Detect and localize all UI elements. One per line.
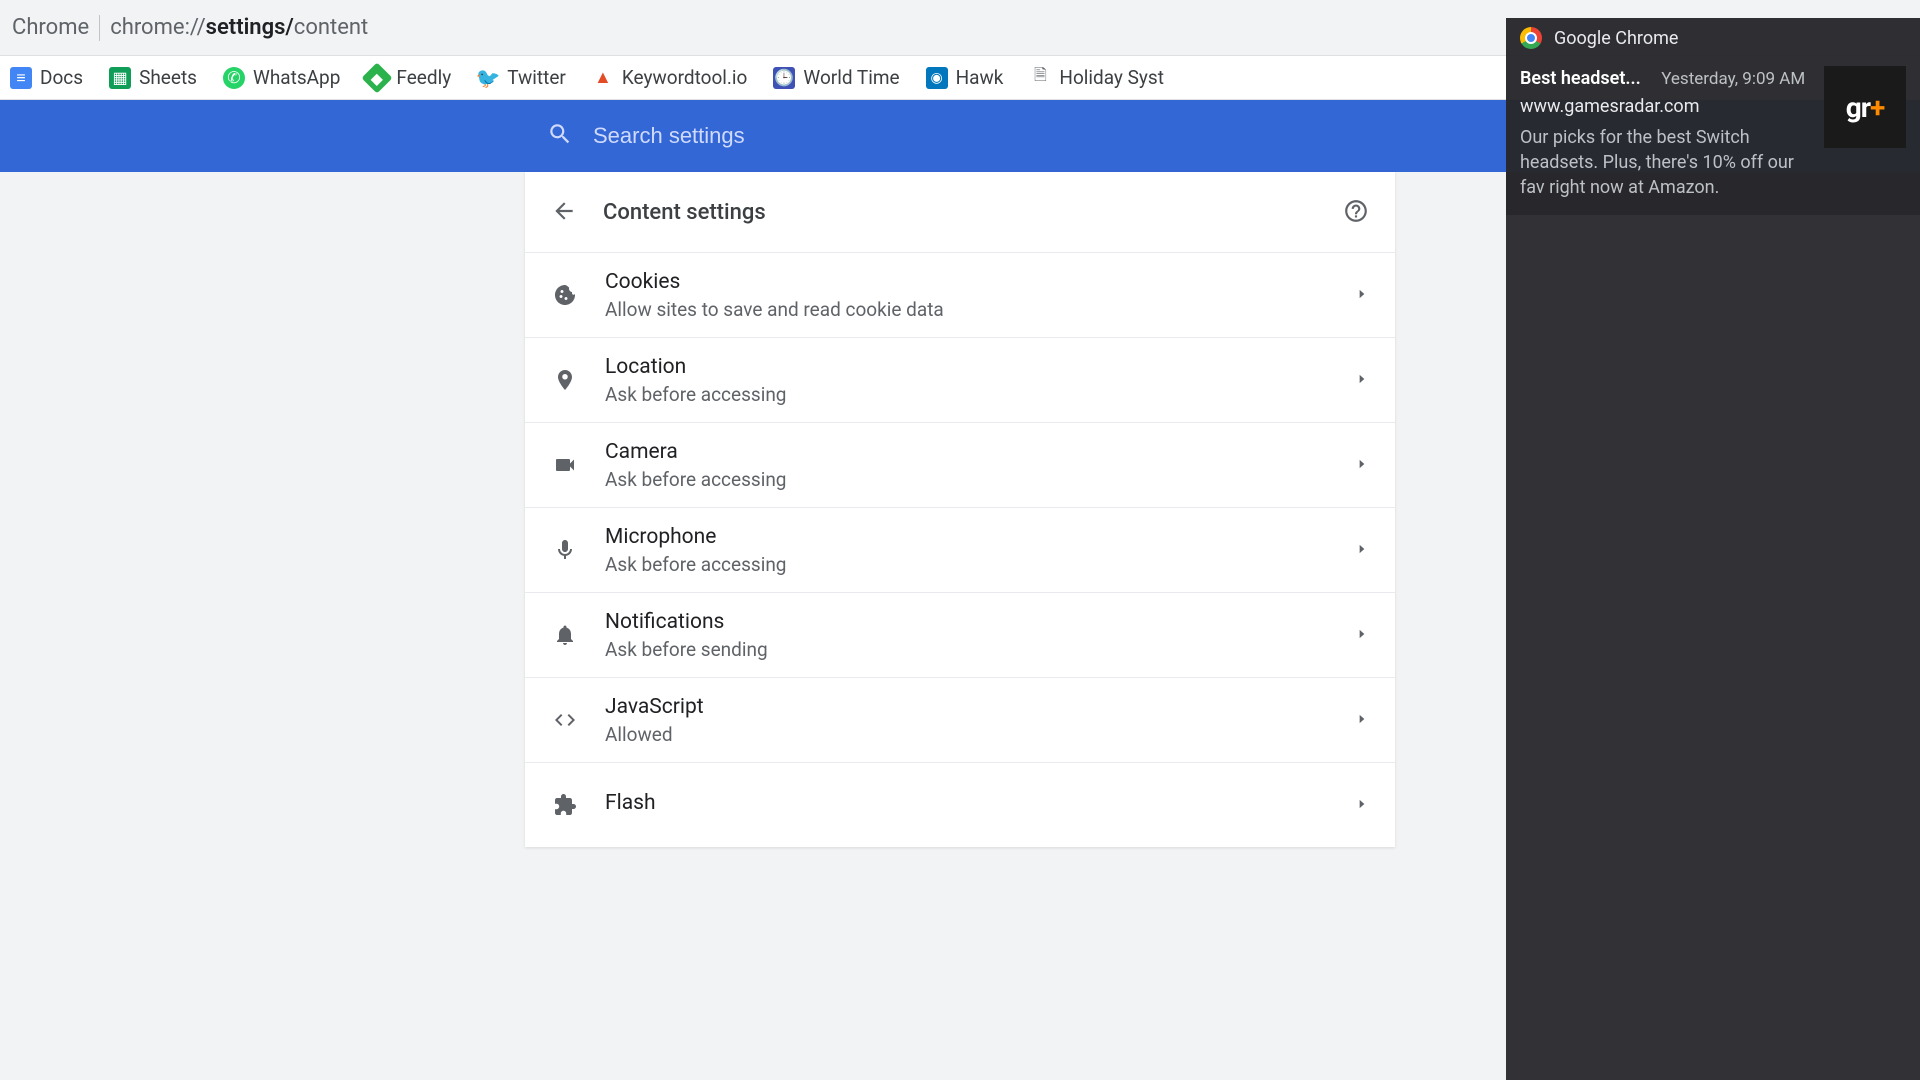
location-icon: [551, 368, 579, 392]
notification-app: Google Chrome: [1554, 28, 1678, 49]
bookmark-sheets[interactable]: ▦ Sheets: [109, 66, 197, 89]
puzzle-icon: [551, 793, 579, 817]
bookmark-label: Sheets: [139, 66, 197, 89]
row-text: Camera Ask before accessing: [605, 440, 1329, 491]
row-text: Flash: [605, 791, 1329, 819]
twitter-icon: 🐦: [477, 67, 499, 89]
bookmark-label: World Time: [803, 66, 899, 89]
chevron-right-icon: [1355, 711, 1369, 730]
url-bold: settings/: [206, 15, 294, 40]
notification-title: Best headset...: [1520, 68, 1641, 89]
omnibox[interactable]: chrome://settings/content: [110, 15, 368, 40]
row-subtitle: Ask before accessing: [605, 553, 1329, 576]
bookmark-label: Docs: [40, 66, 83, 89]
bell-icon: [551, 623, 579, 647]
bookmark-keywordtool[interactable]: ▲ Keywordtool.io: [592, 66, 748, 89]
notification-site: www.gamesradar.com: [1520, 94, 1812, 119]
notification-header: Google Chrome: [1506, 18, 1920, 58]
keywordtool-icon: ▲: [592, 67, 614, 89]
bookmark-holiday-system[interactable]: 🗎 Holiday Syst: [1029, 66, 1164, 89]
feedly-icon: ◆: [362, 62, 393, 93]
notification-body: Best headset... Yesterday, 9:09 AM www.g…: [1506, 58, 1920, 215]
content-settings-panel: Content settings Cookies Allow sites to …: [525, 172, 1395, 847]
search-input[interactable]: [593, 123, 1373, 149]
bookmark-hawk[interactable]: ◉ Hawk: [926, 66, 1004, 89]
setting-row-location[interactable]: Location Ask before accessing: [525, 337, 1395, 422]
notification-toast[interactable]: Google Chrome Best headset... Yesterday,…: [1506, 18, 1920, 215]
setting-row-flash[interactable]: Flash: [525, 762, 1395, 847]
row-subtitle: Ask before accessing: [605, 468, 1329, 491]
thumb-text-a: gr: [1846, 91, 1870, 124]
setting-row-microphone[interactable]: Microphone Ask before accessing: [525, 507, 1395, 592]
notification-text: Best headset... Yesterday, 9:09 AM www.g…: [1520, 66, 1812, 201]
search-icon: [547, 121, 573, 151]
row-subtitle: Allow sites to save and read cookie data: [605, 298, 1329, 321]
chevron-right-icon: [1355, 796, 1369, 815]
row-title: Microphone: [605, 525, 1329, 549]
chevron-right-icon: [1355, 286, 1369, 305]
notification-description: Our picks for the best Switch headsets. …: [1520, 125, 1812, 201]
sheets-icon: ▦: [109, 67, 131, 89]
url-rest: content: [294, 15, 368, 40]
help-button[interactable]: [1339, 194, 1373, 231]
bookmark-label: Keywordtool.io: [622, 66, 748, 89]
panel-header: Content settings: [525, 172, 1395, 252]
notification-thumbnail: gr+: [1824, 66, 1906, 148]
panel-title: Content settings: [603, 200, 766, 225]
bookmark-label: Twitter: [507, 66, 566, 89]
row-title: Camera: [605, 440, 1329, 464]
bookmark-label: Feedly: [396, 66, 451, 89]
row-title: Flash: [605, 791, 1329, 815]
camera-icon: [551, 453, 579, 477]
row-title: JavaScript: [605, 695, 1329, 719]
row-subtitle: Allowed: [605, 723, 1329, 746]
separator: [99, 15, 100, 41]
row-text: Notifications Ask before sending: [605, 610, 1329, 661]
bookmark-feedly[interactable]: ◆ Feedly: [366, 66, 451, 89]
row-title: Notifications: [605, 610, 1329, 634]
settings-search-box[interactable]: [525, 100, 1395, 172]
back-button[interactable]: [547, 194, 581, 231]
row-subtitle: Ask before accessing: [605, 383, 1329, 406]
row-text: JavaScript Allowed: [605, 695, 1329, 746]
chevron-right-icon: [1355, 541, 1369, 560]
row-text: Location Ask before accessing: [605, 355, 1329, 406]
page-icon: 🗎: [1029, 67, 1051, 89]
arrow-left-icon: [551, 198, 577, 224]
hawk-icon: ◉: [926, 67, 948, 89]
chrome-logo-icon: [1520, 27, 1542, 49]
chevron-right-icon: [1355, 456, 1369, 475]
whatsapp-icon: ✆: [223, 67, 245, 89]
setting-row-javascript[interactable]: JavaScript Allowed: [525, 677, 1395, 762]
notification-time: Yesterday, 9:09 AM: [1661, 69, 1805, 89]
bookmark-label: Hawk: [956, 66, 1004, 89]
row-subtitle: Ask before sending: [605, 638, 1329, 661]
row-title: Cookies: [605, 270, 1329, 294]
chevron-right-icon: [1355, 626, 1369, 645]
setting-row-notifications[interactable]: Notifications Ask before sending: [525, 592, 1395, 677]
clock-icon: 🕒: [773, 67, 795, 89]
help-icon: [1343, 198, 1369, 224]
setting-row-cookies[interactable]: Cookies Allow sites to save and read coo…: [525, 252, 1395, 337]
bookmark-worldtime[interactable]: 🕒 World Time: [773, 66, 899, 89]
setting-row-camera[interactable]: Camera Ask before accessing: [525, 422, 1395, 507]
chevron-right-icon: [1355, 371, 1369, 390]
bookmark-label: WhatsApp: [253, 66, 340, 89]
bookmark-label: Holiday Syst: [1059, 66, 1164, 89]
bookmark-whatsapp[interactable]: ✆ WhatsApp: [223, 66, 340, 89]
app-label: Chrome: [12, 15, 89, 40]
thumb-text-b: +: [1870, 91, 1884, 124]
bookmark-docs[interactable]: ≡ Docs: [10, 66, 83, 89]
docs-icon: ≡: [10, 67, 32, 89]
cookie-icon: [551, 283, 579, 307]
settings-body: Content settings Cookies Allow sites to …: [0, 172, 1920, 847]
microphone-icon: [551, 538, 579, 562]
code-icon: [551, 708, 579, 732]
row-title: Location: [605, 355, 1329, 379]
url-prefix: chrome://: [110, 15, 205, 40]
row-text: Microphone Ask before accessing: [605, 525, 1329, 576]
row-text: Cookies Allow sites to save and read coo…: [605, 270, 1329, 321]
bookmark-twitter[interactable]: 🐦 Twitter: [477, 66, 566, 89]
